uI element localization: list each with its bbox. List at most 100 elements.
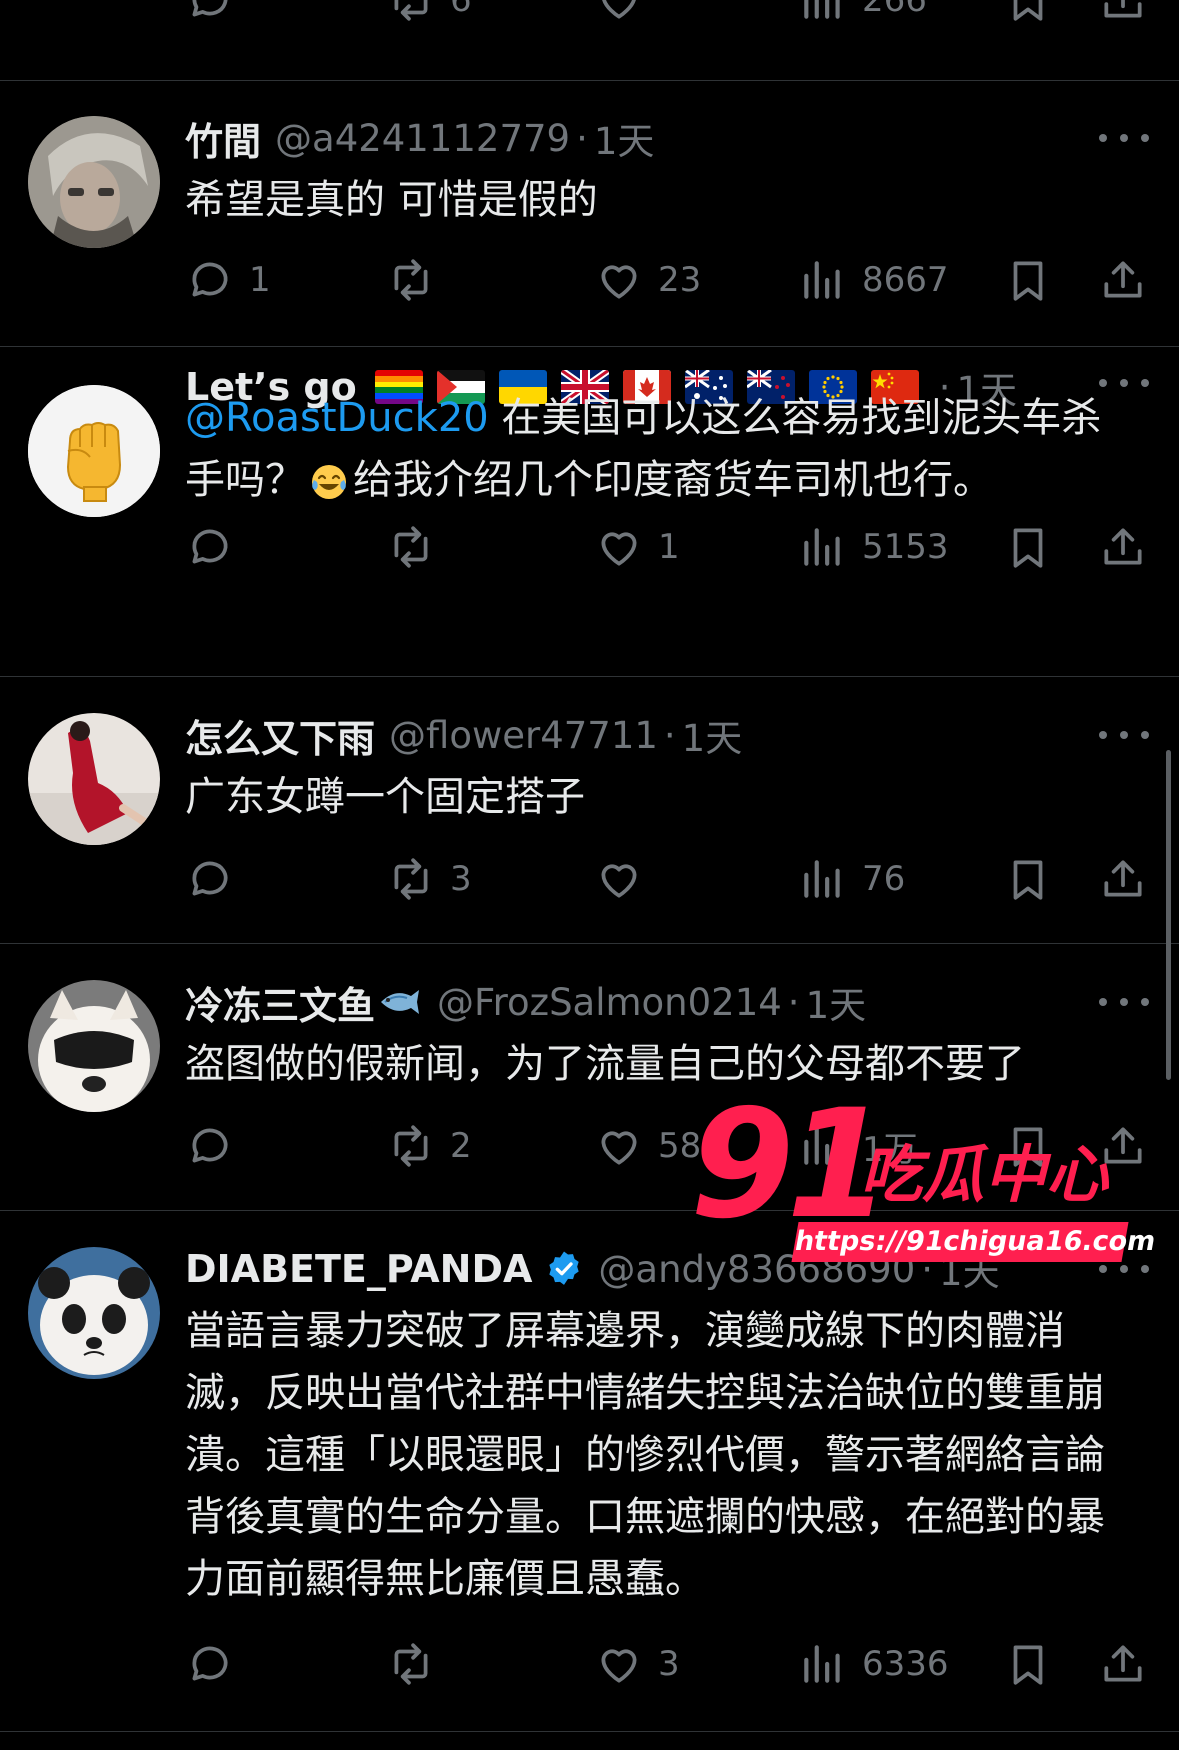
reply-button[interactable]: 1 [185, 250, 271, 310]
tweet[interactable]: 竹間 @a4241112779 · 1天 希望是真的 可惜是假的 1 23 86… [0, 80, 1179, 347]
user-photo-avatar [28, 713, 160, 845]
laughing-tears-emoji-icon [312, 465, 346, 499]
bookmark-icon [1013, 528, 1043, 568]
like-count: 1 [658, 527, 680, 567]
reply-icon [192, 861, 228, 896]
display-name[interactable]: 竹間 [185, 111, 261, 166]
retweet-icon [394, 526, 428, 568]
tweet-text: @RoastDuck20 在美国可以这么容易找到泥头车杀手吗？ 给我介绍几个印度裔… [185, 387, 1139, 511]
bookmark-button[interactable] [1003, 849, 1053, 909]
display-name[interactable]: DIABETE_PANDA [185, 1247, 584, 1291]
dog-photo-avatar [28, 980, 160, 1112]
like-count: 23 [658, 260, 702, 300]
previous-tweet-partial: 6 266 [0, 0, 1179, 81]
display-name[interactable]: 冷冻三文鱼 [185, 975, 423, 1030]
tweet[interactable]: DIABETE_PANDA @andy83668690 · 1天 當語言暴力突破… [0, 1211, 1179, 1732]
reply-icon [192, 529, 228, 564]
views-count: 266 [862, 0, 927, 20]
display-name-text: DIABETE_PANDA [185, 1247, 533, 1291]
display-name-text: 冷冻三文鱼 [185, 983, 376, 1028]
retweet-button[interactable] [386, 517, 450, 577]
bookmark-button[interactable] [1003, 1634, 1053, 1694]
display-name[interactable]: 怎么又下雨 [185, 708, 375, 763]
retweet-button[interactable]: 2 [386, 1116, 472, 1176]
more-options-icon[interactable] [1099, 982, 1149, 1022]
tweet-text: 盗图做的假新闻，为了流量自己的父母都不要了 [185, 1041, 1025, 1087]
tweet[interactable]: Let’s go · 1天 @RoastDuck20 在美国可以这么容易找到泥头… [0, 347, 1179, 677]
like-button[interactable] [594, 0, 644, 30]
avatar[interactable] [28, 980, 160, 1112]
verified-badge-icon [549, 1251, 580, 1285]
retweet-button[interactable]: 3 [386, 849, 472, 909]
share-button[interactable] [1098, 0, 1148, 30]
tweet-text-part: 给我介绍几个印度裔货车司机也行。 [353, 457, 993, 503]
heart-icon [601, 864, 637, 898]
views-button[interactable]: 266 [798, 0, 927, 30]
reply-icon [192, 262, 228, 297]
user-handle[interactable]: @flower47711 [389, 714, 658, 757]
views-count: 76 [862, 859, 906, 899]
retweet-button[interactable] [386, 250, 450, 310]
tweet-actions: 1 5153 [0, 517, 1179, 577]
reply-button[interactable] [185, 0, 235, 30]
bookmark-button[interactable] [1003, 517, 1053, 577]
reply-icon [192, 1128, 228, 1163]
tweet-actions: 3 76 [0, 849, 1179, 909]
timestamp[interactable]: 1天 [594, 111, 655, 165]
retweet-button[interactable]: 6 [386, 0, 472, 30]
user-photo-avatar [28, 116, 160, 248]
tweet-actions: 1 23 8667 [0, 250, 1179, 310]
watermark-url: https://91chigua16.com [791, 1222, 1158, 1262]
tweet[interactable]: 怎么又下雨 @flower47711 · 1天 广东女蹲一个固定搭子 3 76 [0, 677, 1179, 944]
views-button[interactable]: 5153 [798, 517, 949, 577]
retweet-count: 3 [450, 859, 472, 899]
mention-link[interactable]: @RoastDuck20 [185, 395, 489, 441]
tweet-text: 當語言暴力突破了屏幕邊界，演變成線下的肉體消滅，反映出當代社群中情緒失控與法治缺… [185, 1308, 1105, 1602]
timestamp[interactable]: 1天 [682, 708, 743, 762]
like-button[interactable]: 3 [594, 1634, 680, 1694]
avatar[interactable] [28, 713, 160, 845]
like-button[interactable]: 1 [594, 517, 680, 577]
like-button[interactable] [594, 849, 658, 909]
user-handle[interactable]: @a4241112779 [275, 117, 570, 160]
scrollbar[interactable] [1166, 750, 1171, 1080]
avatar[interactable] [28, 385, 160, 517]
bookmark-button[interactable] [1003, 0, 1053, 30]
share-button[interactable] [1098, 250, 1148, 310]
bookmark-icon [1013, 261, 1043, 301]
more-options-icon[interactable] [1099, 715, 1149, 755]
bookmark-icon [1013, 0, 1043, 21]
reply-button[interactable] [185, 849, 249, 909]
like-button[interactable]: 58 [594, 1116, 701, 1176]
views-button[interactable]: 76 [798, 849, 905, 909]
reply-button[interactable] [185, 1116, 249, 1176]
views-button[interactable]: 6336 [798, 1634, 949, 1694]
avatar[interactable] [28, 116, 160, 248]
views-count: 5153 [862, 527, 949, 567]
tweet-header: 竹間 @a4241112779 · 1天 [185, 110, 1079, 166]
share-button[interactable] [1098, 1634, 1148, 1694]
share-icon [1104, 261, 1142, 298]
more-options-icon[interactable] [1099, 118, 1149, 158]
share-icon [1104, 1645, 1142, 1682]
retweet-count: 6 [450, 0, 472, 20]
retweet-icon [394, 858, 428, 900]
reply-button[interactable] [185, 1634, 249, 1694]
watermark-title: 吃瓜中心 [860, 1138, 1109, 1211]
tweet-text: 希望是真的 可惜是假的 [185, 177, 598, 223]
views-button[interactable]: 8667 [798, 250, 949, 310]
fish-emoji-icon [381, 990, 420, 1014]
share-button[interactable] [1098, 849, 1148, 909]
like-button[interactable]: 23 [594, 250, 701, 310]
bookmark-button[interactable] [1003, 250, 1053, 310]
avatar[interactable] [28, 1247, 160, 1379]
heart-icon [601, 1649, 637, 1683]
reply-button[interactable] [185, 517, 249, 577]
retweet-icon [394, 1125, 428, 1167]
timestamp[interactable]: 1天 [806, 975, 867, 1029]
retweet-button[interactable] [386, 1634, 450, 1694]
tweet-text: 广东女蹲一个固定搭子 [185, 774, 585, 820]
like-count: 3 [658, 1644, 680, 1684]
user-handle[interactable]: @FrozSalmon0214 [437, 981, 782, 1024]
share-button[interactable] [1098, 517, 1148, 577]
